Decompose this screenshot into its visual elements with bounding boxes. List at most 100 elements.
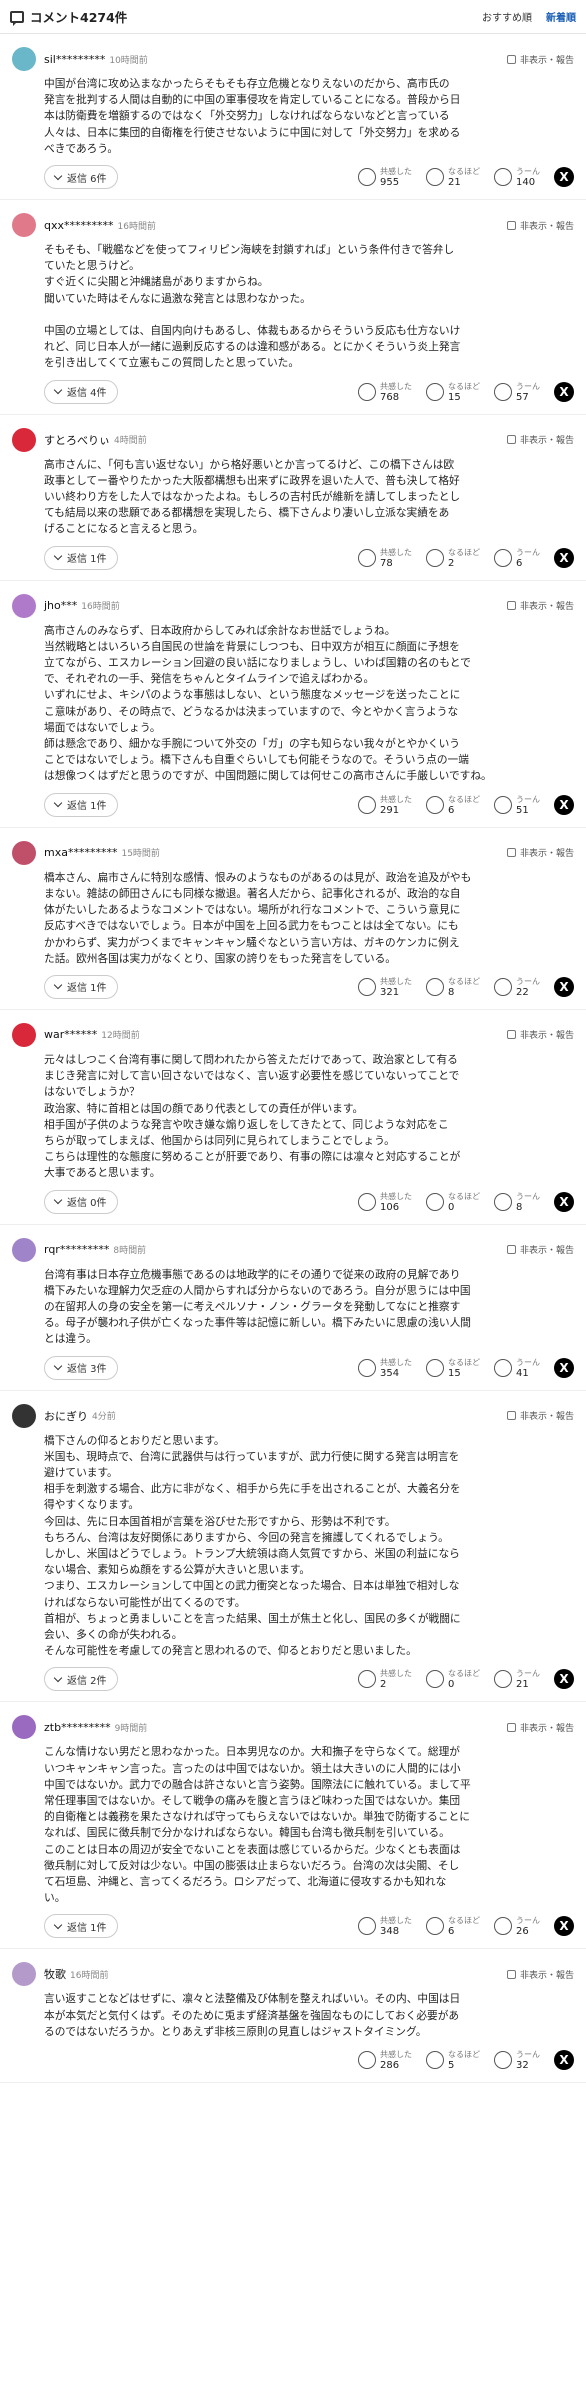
hide-report-button[interactable]: 非表示・報告: [506, 846, 574, 859]
empathize-count: 768: [380, 391, 400, 403]
hide-report-button[interactable]: 非表示・報告: [506, 1721, 574, 1734]
insightful-count: 15: [448, 1367, 461, 1379]
reaction-hmm-button[interactable]: うーん 51: [494, 794, 540, 816]
reaction-insightful-button[interactable]: なるほど 6: [426, 794, 480, 816]
replies-button[interactable]: 返信 0件: [44, 1189, 118, 1214]
comment-username[interactable]: sil*********: [44, 53, 105, 66]
reaction-empathize-button[interactable]: 共感した 291: [358, 794, 412, 816]
avatar[interactable]: [12, 593, 36, 618]
reaction-empathize-button[interactable]: 共感した 78: [358, 547, 412, 569]
empathize-icon: [358, 1670, 376, 1689]
avatar[interactable]: [12, 1715, 36, 1740]
x-share-icon[interactable]: X: [554, 1357, 574, 1378]
x-share-icon[interactable]: X: [554, 976, 574, 997]
reaction-insightful-button[interactable]: なるほど 15: [426, 381, 480, 403]
avatar[interactable]: [12, 1403, 36, 1428]
replies-button[interactable]: 返信 1件: [44, 974, 118, 999]
x-share-icon[interactable]: X: [554, 794, 574, 815]
hide-report-button[interactable]: 非表示・報告: [506, 1243, 574, 1256]
reaction-hmm-button[interactable]: うーん 57: [494, 381, 540, 403]
empathize-icon: [358, 1917, 376, 1936]
comment-item: おにぎり 4分前 非表示・報告 橋下さんの仰るとおりだと思います。 米国も、現時…: [0, 1391, 586, 1703]
hmm-count: 51: [516, 804, 529, 816]
comment-username[interactable]: qxx*********: [44, 219, 114, 232]
empathize-label: 共感した: [380, 2050, 412, 2060]
reaction-insightful-button[interactable]: なるほど 2: [426, 547, 480, 569]
comment-username[interactable]: rqr*********: [44, 1243, 109, 1256]
comment-username[interactable]: すとろべりぃ: [44, 432, 110, 448]
reaction-hmm-button[interactable]: うーん 140: [494, 166, 540, 188]
x-share-icon[interactable]: X: [554, 547, 574, 568]
avatar[interactable]: [12, 427, 36, 452]
reaction-insightful-button[interactable]: なるほど 0: [426, 1191, 480, 1213]
hide-report-button[interactable]: 非表示・報告: [506, 53, 574, 66]
comment-text: 元々はしつこく台湾有事に関して問われたから答えただけであって、政治家として有る …: [44, 1052, 461, 1180]
reaction-insightful-button[interactable]: なるほど 21: [426, 166, 480, 188]
hide-report-button[interactable]: 非表示・報告: [506, 1028, 574, 1041]
reaction-empathize-button[interactable]: 共感した 2: [358, 1668, 412, 1690]
reaction-empathize-button[interactable]: 共感した 768: [358, 381, 412, 403]
replies-button[interactable]: 返信 2件: [44, 1667, 118, 1692]
avatar[interactable]: [12, 1962, 36, 1987]
reaction-empathize-button[interactable]: 共感した 321: [358, 976, 412, 998]
x-share-icon[interactable]: X: [554, 1191, 574, 1212]
x-share-icon[interactable]: X: [554, 1916, 574, 1937]
comment-username[interactable]: おにぎり: [44, 1408, 88, 1424]
reaction-empathize-button[interactable]: 共感した 106: [358, 1191, 412, 1213]
insightful-icon: [426, 1670, 444, 1689]
reaction-hmm-button[interactable]: うーん 6: [494, 547, 540, 569]
reaction-hmm-button[interactable]: うーん 32: [494, 2049, 540, 2071]
replies-button[interactable]: 返信 6件: [44, 165, 118, 190]
avatar[interactable]: [12, 1022, 36, 1047]
replies-label: 返信 1件: [67, 554, 107, 566]
comment-username[interactable]: ztb*********: [44, 1721, 111, 1734]
reaction-insightful-button[interactable]: なるほど 8: [426, 976, 480, 998]
replies-button[interactable]: 返信 3件: [44, 1355, 118, 1380]
replies-button[interactable]: 返信 4件: [44, 379, 118, 404]
avatar[interactable]: [12, 1237, 36, 1262]
reaction-hmm-button[interactable]: うーん 22: [494, 976, 540, 998]
comment-username[interactable]: jho***: [44, 599, 77, 612]
replies-button[interactable]: 返信 1件: [44, 545, 118, 570]
avatar[interactable]: [12, 47, 36, 71]
reaction-insightful-button[interactable]: なるほど 5: [426, 2049, 480, 2071]
reaction-empathize-button[interactable]: 共感した 955: [358, 166, 412, 188]
hmm-icon: [494, 1917, 512, 1936]
replies-button[interactable]: 返信 1件: [44, 792, 118, 817]
sort-recommended-tab[interactable]: おすすめ順: [482, 9, 532, 24]
hide-report-button[interactable]: 非表示・報告: [506, 599, 574, 612]
avatar[interactable]: [12, 840, 36, 865]
hide-report-button[interactable]: 非表示・報告: [506, 219, 574, 232]
avatar[interactable]: [12, 213, 36, 238]
comment-username[interactable]: mxa*********: [44, 846, 117, 859]
hide-report-button[interactable]: 非表示・報告: [506, 433, 574, 446]
x-share-icon[interactable]: X: [554, 2050, 574, 2071]
reaction-insightful-button[interactable]: なるほど 6: [426, 1915, 480, 1937]
reaction-empathize-button[interactable]: 共感した 348: [358, 1915, 412, 1937]
x-share-icon[interactable]: X: [554, 381, 574, 402]
empathize-label: 共感した: [380, 547, 412, 557]
hide-report-button[interactable]: 非表示・報告: [506, 1409, 574, 1422]
replies-button[interactable]: 返信 1件: [44, 1914, 118, 1939]
sort-newest-tab[interactable]: 新着順: [546, 9, 576, 24]
reaction-hmm-button[interactable]: うーん 8: [494, 1191, 540, 1213]
reaction-hmm-button[interactable]: うーん 26: [494, 1915, 540, 1937]
reaction-insightful-button[interactable]: なるほど 15: [426, 1357, 480, 1379]
hide-report-button[interactable]: 非表示・報告: [506, 1968, 574, 1981]
flag-icon: [506, 848, 516, 858]
x-share-icon[interactable]: X: [554, 1669, 574, 1690]
reaction-insightful-button[interactable]: なるほど 0: [426, 1668, 480, 1690]
x-share-icon[interactable]: X: [554, 167, 574, 188]
reaction-empathize-button[interactable]: 共感した 354: [358, 1357, 412, 1379]
comment-timestamp: 4分前: [92, 1412, 116, 1423]
empathize-count: 354: [380, 1367, 400, 1379]
flag-icon: [506, 54, 516, 64]
reaction-hmm-button[interactable]: うーん 21: [494, 1668, 540, 1690]
empathize-icon: [358, 548, 376, 567]
comment-username[interactable]: war******: [44, 1028, 97, 1041]
comment-item: war****** 12時間前 非表示・報告 元々はしつこく台湾有事に関して問わ…: [0, 1010, 586, 1225]
insightful-icon: [426, 1192, 444, 1211]
comment-username[interactable]: 牧歌: [44, 1966, 66, 1982]
reaction-empathize-button[interactable]: 共感した 286: [358, 2049, 412, 2071]
reaction-hmm-button[interactable]: うーん 41: [494, 1357, 540, 1379]
